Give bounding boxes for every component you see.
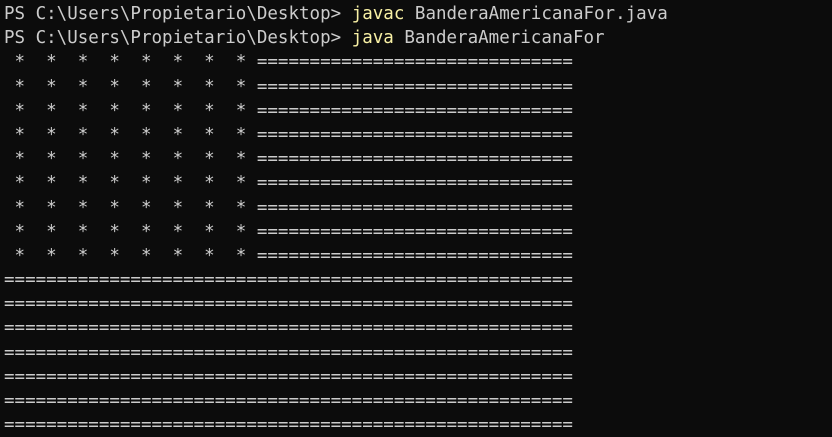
- prompt-text: PS C:\Users\Propietario\Desktop>: [4, 28, 352, 49]
- output-line: ========================================…: [4, 318, 573, 339]
- output-line: * * * * * * * * ========================…: [4, 100, 573, 121]
- output-line: ========================================…: [4, 415, 573, 436]
- output-line: ========================================…: [4, 270, 573, 291]
- output-line: * * * * * * * * ========================…: [4, 173, 573, 194]
- terminal-window[interactable]: PS C:\Users\Propietario\Desktop> javac B…: [0, 0, 832, 437]
- command-java: java: [351, 28, 394, 49]
- output-line: * * * * * * * * ========================…: [4, 197, 573, 218]
- output-line: * * * * * * * * ========================…: [4, 76, 573, 97]
- output-line: * * * * * * * * ========================…: [4, 52, 573, 73]
- command-args: BanderaAmericanaFor.java: [404, 4, 668, 24]
- prompt-line-2: PS C:\Users\Propietario\Desktop> java Ba…: [4, 26, 832, 50]
- prompt-line-1: PS C:\Users\Propietario\Desktop> javac B…: [4, 2, 832, 26]
- output-line: * * * * * * * * ========================…: [4, 149, 573, 170]
- output-line: ========================================…: [4, 342, 573, 363]
- command-args: BanderaAmericanaFor: [393, 28, 605, 49]
- prompt-text: PS C:\Users\Propietario\Desktop>: [4, 4, 352, 24]
- output-line: * * * * * * * * ========================…: [4, 245, 573, 266]
- output-line: ========================================…: [4, 391, 573, 411]
- output-line: * * * * * * * * ========================…: [4, 221, 573, 242]
- output-line: ========================================…: [4, 366, 573, 387]
- output-line: * * * * * * * * ========================…: [4, 124, 573, 145]
- command-javac: javac: [351, 4, 405, 24]
- output-line: ========================================…: [4, 294, 573, 315]
